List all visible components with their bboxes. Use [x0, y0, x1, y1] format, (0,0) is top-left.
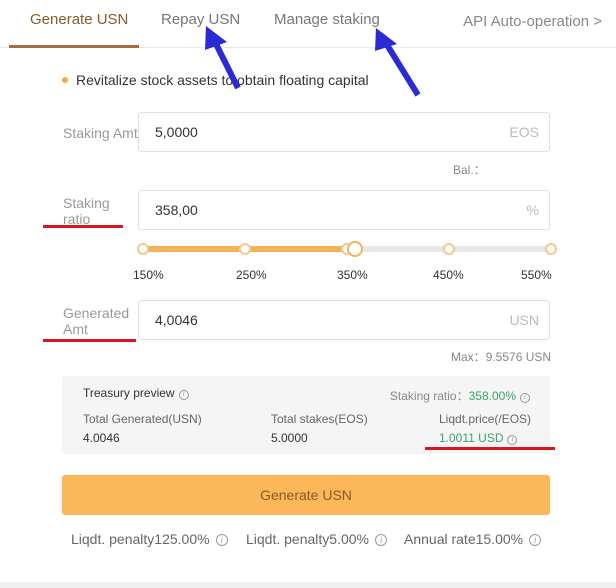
preview-ratio-label: Staking ratio：: [389, 389, 469, 403]
slider-tick-150: 150%: [133, 268, 164, 282]
slider-stop[interactable]: [137, 243, 149, 255]
total-generated-label: Total Generated(USN): [83, 412, 202, 426]
generate-usn-button[interactable]: Generate USN: [62, 475, 550, 515]
slider-stop[interactable]: [443, 243, 455, 255]
generated-amt-field: USN: [138, 300, 550, 340]
generated-amt-label-line1: Generated: [63, 305, 130, 321]
footer-label: Liqdt. penalty: [246, 531, 330, 547]
slider-stop[interactable]: [545, 243, 557, 255]
liqdt-price-label: Liqdt.price(/EOS): [439, 412, 532, 426]
info-icon[interactable]: i: [507, 435, 518, 445]
info-icon[interactable]: i: [215, 534, 228, 546]
staking-amt-unit: EOS: [509, 124, 539, 140]
footer-value: 5.00%: [329, 531, 369, 547]
footer-liqdt-penalty: Liqdt. penalty125.00% i: [71, 531, 228, 547]
slider-tick-350: 350%: [337, 268, 368, 282]
footer-value: 125.00%: [154, 531, 210, 547]
tab-generate-usn[interactable]: Generate USN: [30, 11, 128, 28]
notice: Revitalize stock assets to obtain floati…: [62, 72, 369, 88]
balance-text: Bal.：: [453, 163, 486, 177]
slider-handle[interactable]: [347, 241, 364, 257]
max-amount-text: Max：9.5576 USN: [451, 350, 552, 364]
staking-amt-field: EOS: [138, 112, 550, 152]
active-tab-indicator: [9, 45, 139, 48]
footer-annual-rate: Annual rate15.00% i: [404, 531, 542, 547]
footer-liqdt-penalty-2: Liqdt. penalty5.00% i: [246, 531, 387, 547]
staking-ratio-slider[interactable]: [137, 240, 557, 258]
tab-repay-usn[interactable]: Repay USN: [161, 11, 240, 28]
total-stakes-value: 5.0000: [271, 431, 308, 445]
slider-tick-550: 550%: [521, 268, 552, 282]
tab-manage-staking[interactable]: Manage staking: [274, 11, 380, 28]
footer-label: Annual rate: [404, 531, 476, 547]
generated-amt-label-line2: Amt: [63, 321, 88, 337]
preview-staking-ratio: Staking ratio：358.00% i: [390, 387, 530, 404]
staking-ratio-field: %: [138, 190, 550, 230]
preview-ratio-value: 358.00%: [468, 389, 516, 403]
staking-ratio-label-line1: Staking: [63, 195, 110, 211]
liqdt-price-value: 1.0011 USD i: [439, 431, 518, 445]
total-stakes-label: Total stakes(EOS): [271, 412, 368, 426]
staking-amt-label: Staking Amt: [63, 125, 138, 141]
bullet-dot-icon: [62, 77, 68, 83]
red-underline-annotation: [425, 447, 555, 450]
treasury-preview-panel: Treasury preview i Staking ratio：358.00% i…: [62, 376, 550, 454]
staking-ratio-unit: %: [526, 202, 539, 218]
generated-amt-unit: USN: [509, 312, 539, 328]
generated-amt-input[interactable]: [139, 301, 549, 339]
footer-value: 15.00%: [475, 531, 524, 547]
treasury-preview-title: Treasury preview i: [83, 386, 189, 400]
tab-bar: Generate USN Repay USN Manage staking AP…: [0, 0, 616, 48]
slider-tick-450: 450%: [433, 268, 464, 282]
slider-tick-250: 250%: [236, 268, 267, 282]
staking-ratio-input[interactable]: [139, 191, 549, 229]
notice-text: Revitalize stock assets to obtain floati…: [76, 72, 369, 88]
red-underline-annotation: [43, 339, 136, 342]
slider-stop[interactable]: [239, 243, 251, 255]
bottom-bar: [0, 582, 616, 588]
liqdt-price-value-text: 1.0011 USD: [439, 431, 504, 445]
info-icon[interactable]: i: [520, 393, 530, 403]
red-underline-annotation: [43, 225, 123, 228]
api-auto-operation-link[interactable]: API Auto-operation >: [463, 13, 602, 30]
treasury-preview-title-text: Treasury preview: [83, 386, 175, 400]
footer-label: Liqdt. penalty: [71, 531, 155, 547]
generated-amt-label: Generated Amt: [63, 305, 129, 337]
total-generated-value: 4.0046: [83, 431, 120, 445]
staking-amt-input[interactable]: [139, 113, 549, 151]
staking-ratio-label: Staking ratio: [63, 195, 110, 227]
info-icon[interactable]: i: [529, 534, 542, 546]
info-icon[interactable]: i: [178, 390, 189, 400]
info-icon[interactable]: i: [375, 534, 387, 546]
